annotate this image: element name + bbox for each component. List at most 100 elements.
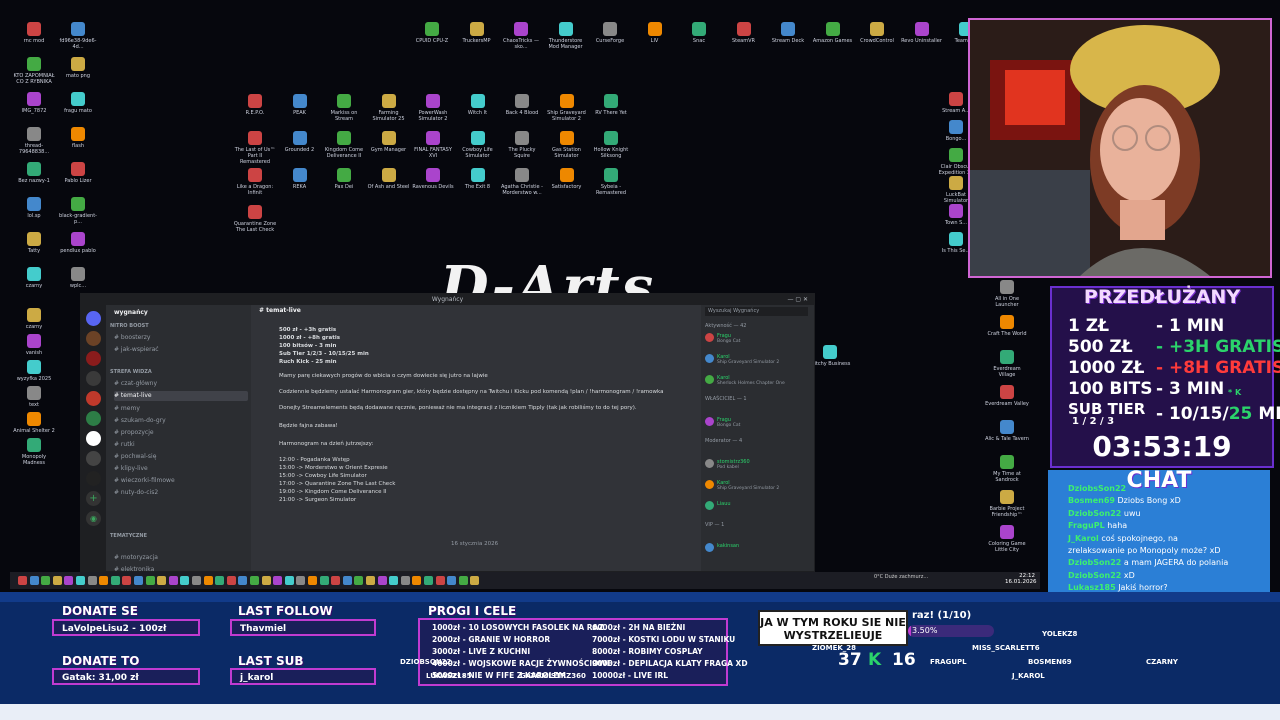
taskbar-app-icon[interactable]	[331, 576, 341, 585]
taskbar-app-icon[interactable]	[284, 576, 294, 585]
desktop-icon[interactable]: SteamVR	[722, 22, 766, 44]
taskbar-app-icon[interactable]	[145, 576, 155, 585]
taskbar-app-icon[interactable]	[29, 576, 39, 585]
desktop-icon[interactable]: TruckersMP	[455, 22, 499, 44]
channel-item[interactable]: # motoryzacja	[114, 553, 158, 563]
channel-item[interactable]: # boosterzy	[114, 333, 150, 343]
taskbar-app-icon[interactable]	[354, 576, 364, 585]
desktop-icon[interactable]: flash	[56, 127, 100, 149]
desktop-icon[interactable]: czarny	[12, 308, 56, 330]
server-name[interactable]: wygnańcy	[114, 309, 148, 316]
taskbar-app-icon[interactable]	[64, 576, 74, 585]
desktop-icon[interactable]: Kingdom Come Deliverance II	[322, 131, 366, 159]
channel-item[interactable]: # wieczorki-filmowe	[114, 476, 175, 486]
channel-item[interactable]: # elektronika	[114, 565, 154, 571]
server-icon[interactable]	[86, 391, 101, 406]
taskbar-app-icon[interactable]	[458, 576, 468, 585]
taskbar-app-icon[interactable]	[342, 576, 352, 585]
channel-item[interactable]: # memy	[114, 404, 140, 414]
desktop-icon[interactable]: The Last of Us™ Part II Remastered	[233, 131, 277, 165]
taskbar-app-icon[interactable]	[76, 576, 85, 585]
taskbar-app-icon[interactable]	[99, 576, 109, 585]
desktop-icon[interactable]: fragu mato	[56, 92, 100, 114]
desktop-icon[interactable]: Tatty	[12, 232, 56, 254]
channel-item[interactable]: # propozycje	[114, 428, 154, 438]
desktop-icon[interactable]: My Time at Sandrock	[985, 455, 1029, 483]
taskbar-app-icon[interactable]	[168, 576, 178, 585]
desktop-icon[interactable]: Thunderstore Mod Manager	[544, 22, 588, 50]
discord-home-icon[interactable]	[86, 311, 101, 326]
desktop-icon[interactable]: Craft The World	[985, 315, 1029, 337]
desktop-icon[interactable]: Barbie Project Friendship™	[985, 490, 1029, 518]
desktop-icon[interactable]: pendlux pablo	[56, 232, 100, 254]
desktop-icon[interactable]: Coloring Game Little City	[985, 525, 1029, 553]
taskbar-app-icon[interactable]	[389, 576, 399, 585]
desktop-icon[interactable]: Farming Simulator 25	[367, 94, 411, 122]
desktop-icon[interactable]: Markiss on Stream	[322, 94, 366, 122]
explore-icon[interactable]: ◉	[86, 511, 101, 526]
taskbar-app-icon[interactable]	[87, 576, 97, 585]
desktop-icon[interactable]: Animal Shelter 2	[12, 412, 56, 434]
taskbar-app-icon[interactable]	[226, 576, 236, 585]
desktop-icon[interactable]: Everdream Village	[985, 350, 1029, 378]
desktop-icon[interactable]: ChaosTricks — sko...	[499, 22, 543, 50]
desktop-icon[interactable]: Monopoly Madness	[12, 438, 56, 466]
desktop-icon[interactable]: R.E.P.O.	[233, 94, 277, 116]
taskbar-app-icon[interactable]	[215, 576, 225, 585]
desktop-icon[interactable]: Revo Uninstaller	[900, 22, 944, 44]
desktop-icon[interactable]: IMG_7872	[12, 92, 56, 114]
server-icon[interactable]	[86, 351, 101, 366]
taskbar-app-icon[interactable]	[238, 576, 248, 585]
channel-category[interactable]: TEMATYCZNE	[110, 533, 147, 539]
desktop-icon[interactable]: thread-79648838...	[12, 127, 56, 155]
desktop-icon[interactable]: Satisfactory	[545, 168, 589, 190]
desktop-icon[interactable]: czarny	[12, 267, 56, 289]
desktop-icon[interactable]: Like a Dragon: Infinit	[233, 168, 277, 196]
desktop-icon[interactable]: Back 4 Blood	[500, 94, 544, 116]
taskbar-app-icon[interactable]	[412, 576, 422, 585]
desktop-icon[interactable]: All in One Launcher	[985, 280, 1029, 308]
desktop-icon[interactable]: RV There Yet	[589, 94, 633, 116]
taskbar-app-icon[interactable]	[377, 576, 387, 585]
desktop-icon[interactable]: Amazon Games	[811, 22, 855, 44]
desktop-icon[interactable]: rnc mod	[12, 22, 56, 44]
channel-item[interactable]: # szukam-do-gry	[114, 416, 166, 426]
taskbar-app-icon[interactable]	[203, 576, 213, 585]
server-icon[interactable]	[86, 471, 101, 486]
taskbar-app-icon[interactable]	[52, 576, 62, 585]
desktop-icon[interactable]: Gas Station Simulator	[545, 131, 589, 159]
taskbar-app-icon[interactable]	[180, 576, 190, 585]
taskbar-app-icon[interactable]	[192, 576, 201, 585]
taskbar-app-icon[interactable]	[157, 576, 167, 585]
taskbar-app-icon[interactable]	[424, 576, 433, 585]
channel-item[interactable]: # nuty-do-cis2	[114, 488, 158, 498]
desktop-icon[interactable]: Everdream Valley	[985, 385, 1029, 407]
desktop-icon[interactable]: Of Ash and Steel	[367, 168, 411, 190]
desktop-icon[interactable]: FINAL FANTASY XVI	[411, 131, 455, 159]
desktop-icon[interactable]: wyzyfka 2025	[12, 360, 56, 382]
desktop-icon[interactable]: Bez nazwy-1	[12, 162, 56, 184]
search-input[interactable]: Wyszukaj Wygnańcy	[705, 307, 808, 316]
taskbar-app-icon[interactable]	[273, 576, 283, 585]
taskbar-app-icon[interactable]	[110, 576, 120, 585]
desktop-icon[interactable]: CurseForge	[588, 22, 632, 44]
desktop-icon[interactable]: Pablo Lizer	[56, 162, 100, 184]
desktop-icon[interactable]: Ship Graveyard Simulator 2	[545, 94, 589, 122]
server-icon[interactable]	[86, 371, 101, 386]
channel-item[interactable]: # klipy-live	[114, 464, 148, 474]
desktop-icon[interactable]: lol.sp	[12, 197, 56, 219]
taskbar-app-icon[interactable]	[435, 576, 445, 585]
desktop-icon[interactable]: Hollow Knight Silksong	[589, 131, 633, 159]
server-icon[interactable]	[86, 431, 101, 446]
desktop-icon[interactable]: PEAK	[278, 94, 322, 116]
add-server-icon[interactable]: +	[86, 491, 101, 506]
desktop-icon[interactable]: Gym Manager	[367, 131, 411, 153]
desktop-icon[interactable]: Witch It	[456, 94, 500, 116]
taskbar-app-icon[interactable]	[134, 576, 143, 585]
desktop-icon[interactable]: REKA	[278, 168, 322, 190]
channel-category[interactable]: NITRO BOOST	[110, 323, 149, 329]
taskbar-app-icon[interactable]	[250, 576, 259, 585]
channel-category[interactable]: STREFA WIDZA	[110, 369, 152, 375]
desktop-icon[interactable]: Sybeia - Remastered	[589, 168, 633, 196]
taskbar-app-icon[interactable]	[296, 576, 306, 585]
